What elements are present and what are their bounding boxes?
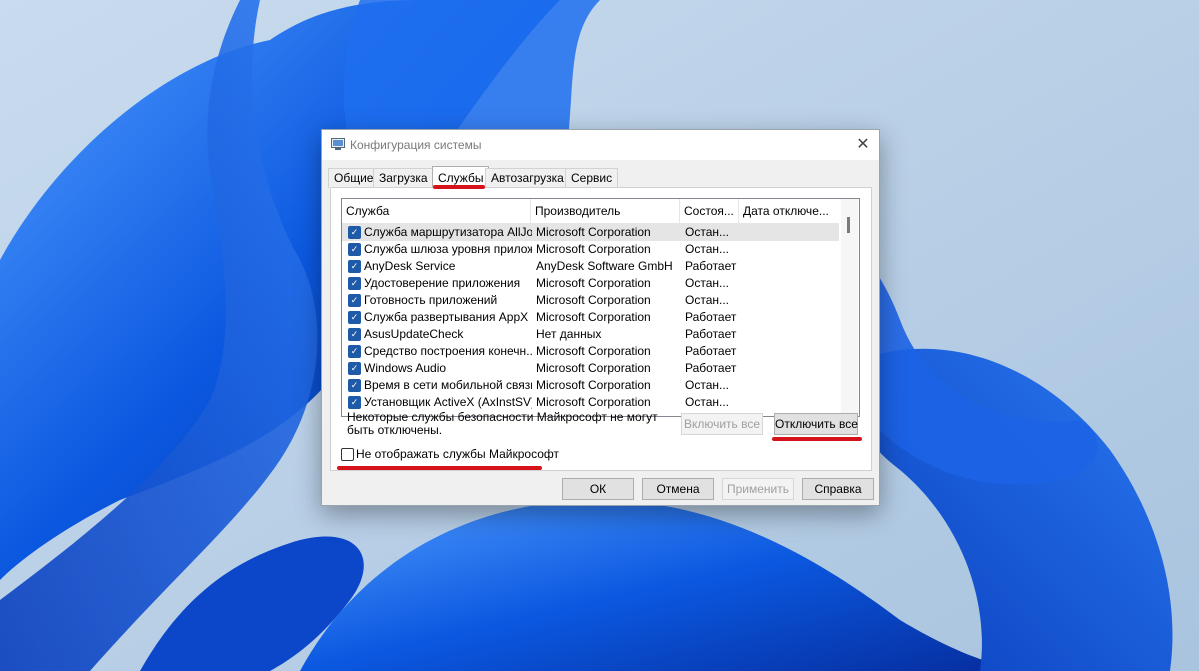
service-status: Работает [685,361,737,375]
service-row[interactable]: ✓ Средство построения конечн... Microsof… [342,343,839,360]
highlight-underline-disable-all [772,437,862,441]
apply-button[interactable]: Применить [722,478,794,500]
service-vendor: Microsoft Corporation [536,242,651,256]
service-vendor: Microsoft Corporation [536,395,651,409]
cancel-button[interactable]: Отмена [642,478,714,500]
service-vendor: Microsoft Corporation [536,361,651,375]
service-row[interactable]: ✓ Служба шлюза уровня прилож... Microsof… [342,241,839,258]
service-name: Средство построения конечн... [364,344,532,358]
title-bar: Конфигурация системы ✕ [322,130,879,160]
tab-startup[interactable]: Автозагрузка [485,168,570,188]
service-status: Работает [685,327,737,341]
service-row[interactable]: ✓ AnyDesk Service AnyDesk Software GmbH … [342,258,839,275]
column-date-disabled[interactable]: Дата отключе... [739,199,838,223]
service-row[interactable]: ✓ Windows Audio Microsoft Corporation Ра… [342,360,839,377]
checkbox-checked[interactable]: ✓ [348,362,361,375]
service-name: Windows Audio [364,361,447,375]
security-services-note: Некоторые службы безопасности Майкрософт… [347,410,658,437]
checkbox-checked[interactable]: ✓ [348,294,361,307]
service-vendor: Microsoft Corporation [536,225,651,239]
service-vendor: Microsoft Corporation [536,378,651,392]
service-name: Служба шлюза уровня прилож... [364,242,532,256]
checkbox-unchecked[interactable] [341,448,354,461]
services-list[interactable]: Служба Производитель Состоя... Дата откл… [341,198,860,417]
service-status: Остан... [685,242,729,256]
checkbox-checked[interactable]: ✓ [348,396,361,409]
service-vendor: Microsoft Corporation [536,276,651,290]
ok-button[interactable]: ОК [562,478,634,500]
column-manufacturer[interactable]: Производитель [531,199,680,223]
service-name: Готовность приложений [364,293,498,307]
service-row[interactable]: ✓ Готовность приложений Microsoft Corpor… [342,292,839,309]
msconfig-app-icon [331,138,345,150]
highlight-underline-hide-ms [337,466,542,470]
column-status[interactable]: Состоя... [680,199,739,223]
service-status: Остан... [685,276,729,290]
service-status: Работает [685,259,737,273]
tab-general[interactable]: Общие [328,168,380,188]
service-name: Установщик ActiveX (AxInstSV) [364,395,532,409]
service-status: Остан... [685,395,729,409]
tab-tools[interactable]: Сервис [565,168,619,188]
service-name: Время в сети мобильной связи [364,378,532,392]
checkbox-checked[interactable]: ✓ [348,226,361,239]
service-row[interactable]: ✓ Установщик ActiveX (AxInstSV) Microsof… [342,394,839,411]
checkbox-checked[interactable]: ✓ [348,345,361,358]
service-vendor: Нет данных [536,327,602,341]
service-status: Работает [685,310,737,324]
service-row[interactable]: ✓ Служба развертывания AppX (... Microso… [342,309,839,326]
service-status: Остан... [685,225,729,239]
service-vendor: Microsoft Corporation [536,344,651,358]
tab-boot[interactable]: Загрузка [373,168,434,188]
service-status: Остан... [685,378,729,392]
service-row[interactable]: ✓ AsusUpdateCheck Нет данных Работает [342,326,839,343]
scrollbar-thumb[interactable] [847,217,850,233]
checkbox-checked[interactable]: ✓ [348,243,361,256]
list-header: Служба Производитель Состоя... Дата откл… [342,199,839,224]
checkbox-checked[interactable]: ✓ [348,328,361,341]
service-name: AsusUpdateCheck [364,327,464,341]
service-row[interactable]: ✓ Время в сети мобильной связи Microsoft… [342,377,839,394]
service-name: Служба развертывания AppX (... [364,310,532,324]
help-button[interactable]: Справка [802,478,874,500]
service-row[interactable]: ✓ Удостоверение приложения Microsoft Cor… [342,275,839,292]
service-status: Работает [685,344,737,358]
checkbox-checked[interactable]: ✓ [348,260,361,273]
service-name: Удостоверение приложения [364,276,521,290]
checkbox-checked[interactable]: ✓ [348,379,361,392]
system-config-dialog: Конфигурация системы ✕ Общие Загрузка Сл… [321,129,880,506]
service-status: Остан... [685,293,729,307]
service-name: AnyDesk Service [364,259,456,273]
checkbox-checked[interactable]: ✓ [348,277,361,290]
checkbox-checked[interactable]: ✓ [348,311,361,324]
enable-all-button[interactable]: Включить все [681,413,763,435]
highlight-underline-services-tab [433,185,485,189]
vertical-scrollbar[interactable] [841,199,858,416]
service-vendor: Microsoft Corporation [536,293,651,307]
column-service[interactable]: Служба [342,199,531,223]
service-row[interactable]: ✓ Служба маршрутизатора AllJoyn Microsof… [342,224,839,241]
dialog-title: Конфигурация системы [350,138,482,152]
disable-all-button[interactable]: Отключить все [774,413,858,435]
service-vendor: AnyDesk Software GmbH [536,259,673,273]
hide-microsoft-services-label: Не отображать службы Майкрософт [356,447,560,461]
service-name: Служба маршрутизатора AllJoyn [364,225,532,239]
close-icon[interactable]: ✕ [852,134,874,156]
service-vendor: Microsoft Corporation [536,310,651,324]
